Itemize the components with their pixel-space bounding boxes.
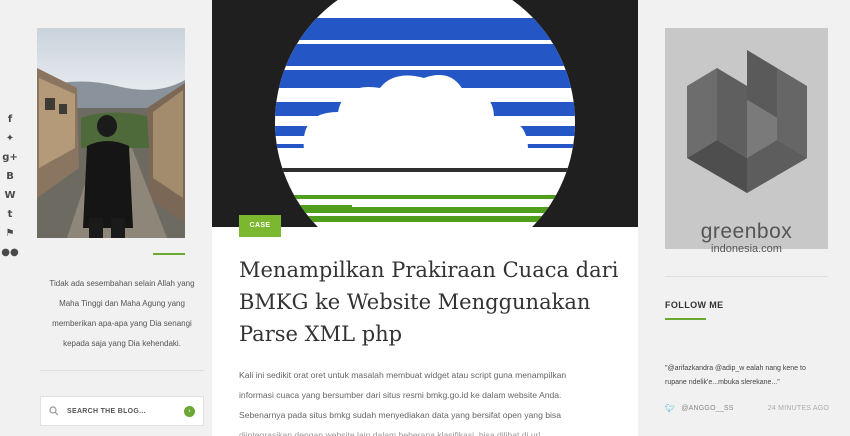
post-title-line[interactable]: Menampilkan Prakiraan Cuaca dari [239, 254, 619, 286]
flickr-icon[interactable]: ●● [0, 243, 20, 262]
bio-line: memberikan apa-apa yang Dia senangi [52, 319, 192, 328]
tweet-text[interactable]: "@arifazkandra @adip_w ealah nang kene t… [665, 362, 829, 390]
excerpt-line: Kali ini sedikit orat oret untuk masalah… [239, 370, 567, 380]
social-rail: f ✦ g+ B Wt ⚑ ●● [0, 110, 20, 262]
excerpt-line: diintegrasikan dengan website lain dalam… [239, 430, 541, 436]
logo-line: indonesia.com [711, 243, 782, 255]
blogger-icon[interactable]: B [0, 167, 20, 186]
post-excerpt: Kali ini sedikit orat oret untuk masalah… [239, 365, 607, 436]
logo-line: greenbox [700, 220, 793, 243]
divider [40, 370, 204, 371]
greenbox-banner[interactable]: greenbox indonesia.com [665, 28, 828, 255]
category-badge[interactable]: CASE [239, 215, 281, 237]
post-title-line[interactable]: Parse XML php [239, 318, 619, 350]
bio-text: Tidak ada sesembahan selain Allah yang M… [40, 274, 204, 354]
bio-line: Maha Tinggi dan Maha Agung yang [59, 299, 185, 308]
twitter-icon: 🐦︎ [665, 404, 676, 413]
bio-line: Tidak ada sesembahan selain Allah yang [49, 279, 195, 288]
post-featured-image[interactable] [212, 0, 638, 227]
foursquare-icon[interactable]: ⚑ [0, 224, 20, 243]
greenbox-logo-icon [687, 50, 807, 193]
twitter-icon[interactable]: ✦ [0, 129, 20, 148]
divider [665, 276, 828, 277]
facebook-icon[interactable]: f [0, 110, 20, 129]
arrow-right-icon: › [188, 407, 191, 415]
tweet-handle[interactable]: @ANGGO__SS [681, 405, 767, 412]
search-input[interactable]: SEARCH THE BLOG... [67, 408, 184, 415]
right-sidebar: greenbox indonesia.com FOLLOW ME "@arifa… [665, 0, 829, 436]
heading-underline [665, 318, 706, 320]
search-box[interactable]: SEARCH THE BLOG... › [40, 396, 204, 426]
profile-photo [37, 28, 185, 238]
excerpt-line: informasi cuaca yang bersumber dari situ… [239, 390, 562, 400]
google-plus-icon[interactable]: g+ [0, 148, 20, 167]
post-title[interactable]: Menampilkan Prakiraan Cuaca dari BMKG ke… [239, 254, 619, 350]
tweet-meta: 🐦︎ @ANGGO__SS 24 MINUTES AGO [665, 404, 829, 413]
left-sidebar: Tidak ada sesembahan selain Allah yang M… [20, 0, 204, 436]
excerpt-line: Sebenarnya pada situs bmkg sudah menyedi… [239, 410, 562, 420]
tweet-time: 24 MINUTES AGO [767, 405, 829, 412]
tumblr-icon[interactable]: t [0, 205, 20, 224]
bmkg-logo [275, 0, 575, 227]
greenbox-logo-text: greenbox indonesia.com [665, 220, 828, 256]
search-submit-button[interactable]: › [184, 405, 195, 417]
search-icon [49, 406, 59, 416]
bio-accent-line [153, 253, 185, 255]
follow-me-heading: FOLLOW ME [665, 300, 724, 310]
post-card: CASE Menampilkan Prakiraan Cuaca dari BM… [212, 0, 638, 436]
post-title-line[interactable]: BMKG ke Website Menggunakan [239, 286, 619, 318]
wordpress-icon[interactable]: W [0, 186, 20, 205]
bio-line: kepada saja yang Dia kehendaki. [63, 339, 181, 348]
